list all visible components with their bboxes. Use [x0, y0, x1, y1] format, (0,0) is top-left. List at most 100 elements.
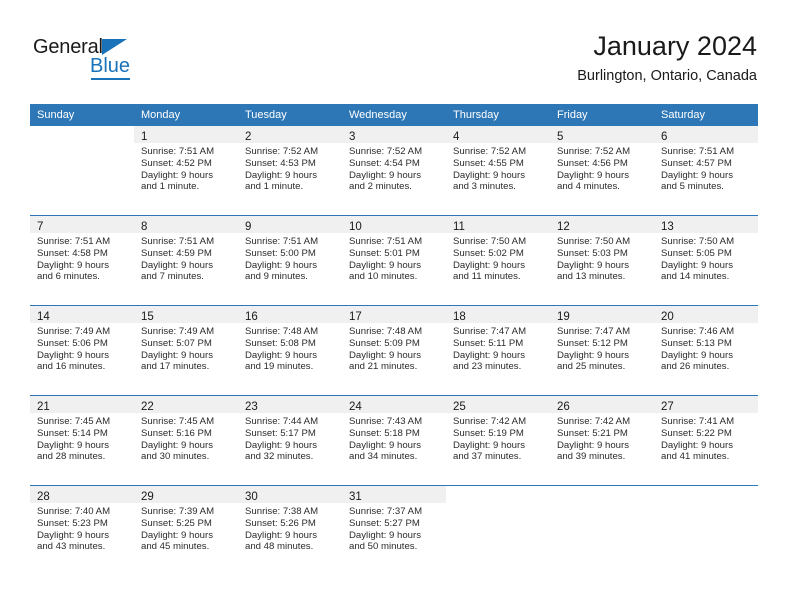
weekday-header-monday: Monday [134, 104, 238, 126]
sunset-text: Sunset: 5:18 PM [349, 427, 420, 439]
calendar-cell: 9 Sunrise: 7:51 AM Sunset: 5:00 PM Daylight… [238, 215, 342, 306]
calendar-day[interactable]: 8 Sunrise: 7:51 AM Sunset: 4:59 PM Daylight… [134, 216, 238, 305]
day-number: 23 [245, 401, 258, 413]
calendar-day[interactable]: 5 Sunrise: 7:52 AM Sunset: 4:56 PM Daylight… [550, 126, 654, 215]
page-subtitle: Burlington, Ontario, Canada [577, 68, 757, 84]
day-details: Sunrise: 7:50 AM Sunset: 5:02 PM Daylight:… [446, 233, 550, 283]
day-number: 13 [661, 221, 674, 233]
calendar-cell: 20 Sunrise: 7:46 AM Sunset: 5:13 PM Dayligh… [654, 305, 758, 396]
day-number: 28 [37, 491, 50, 503]
day-details: Sunrise: 7:42 AM Sunset: 5:19 PM Daylight:… [446, 413, 550, 463]
day-number: 8 [141, 221, 148, 233]
calendar-day[interactable]: 22 Sunrise: 7:45 AM Sunset: 5:16 PM Dayligh… [134, 396, 238, 485]
daylight-text-line1: Daylight: 9 hours [557, 439, 629, 451]
day-number-strip: 23 [238, 396, 342, 413]
calendar-day[interactable]: 28 Sunrise: 7:40 AM Sunset: 5:23 PM Dayligh… [30, 486, 134, 575]
sunrise-text: Sunrise: 7:51 AM [661, 146, 735, 157]
calendar-cell: 26 Sunrise: 7:42 AM Sunset: 5:21 PM Dayligh… [550, 395, 654, 486]
day-number-strip: 2 [238, 126, 342, 143]
day-details: Sunrise: 7:37 AM Sunset: 5:27 PM Daylight:… [342, 503, 446, 553]
day-details: Sunrise: 7:40 AM Sunset: 5:23 PM Daylight:… [30, 503, 134, 553]
sunset-text: Sunset: 5:07 PM [141, 337, 212, 349]
calendar-day[interactable]: 4 Sunrise: 7:52 AM Sunset: 4:55 PM Daylight… [446, 126, 550, 215]
sunrise-text: Sunrise: 7:50 AM [557, 236, 631, 247]
daylight-text-line2: and 2 minutes. [349, 181, 412, 193]
page-header: General Blue January 2024 Burlington, On… [0, 0, 792, 100]
daylight-text-line2: and 25 minutes. [557, 361, 626, 373]
calendar-day[interactable]: 23 Sunrise: 7:44 AM Sunset: 5:17 PM Dayligh… [238, 396, 342, 485]
calendar-day[interactable]: 11 Sunrise: 7:50 AM Sunset: 5:02 PM Dayligh… [446, 216, 550, 305]
daylight-text-line2: and 50 minutes. [349, 541, 418, 553]
sunrise-text: Sunrise: 7:37 AM [349, 506, 423, 517]
day-number: 4 [453, 131, 460, 143]
calendar-day[interactable]: 17 Sunrise: 7:48 AM Sunset: 5:09 PM Dayligh… [342, 306, 446, 395]
day-details: Sunrise: 7:41 AM Sunset: 5:22 PM Daylight:… [654, 413, 758, 463]
calendar-day[interactable]: 21 Sunrise: 7:45 AM Sunset: 5:14 PM Dayligh… [30, 396, 134, 485]
day-number-strip: 7 [30, 216, 134, 233]
calendar-day[interactable]: 29 Sunrise: 7:39 AM Sunset: 5:25 PM Dayligh… [134, 486, 238, 575]
sunset-text: Sunset: 4:53 PM [245, 157, 316, 169]
sunrise-text: Sunrise: 7:44 AM [245, 416, 319, 427]
day-number-strip: 20 [654, 306, 758, 323]
day-details: Sunrise: 7:52 AM Sunset: 4:55 PM Daylight:… [446, 143, 550, 193]
day-number: 1 [141, 131, 148, 143]
calendar-page: General Blue January 2024 Burlington, On… [0, 0, 792, 612]
calendar-day[interactable]: 6 Sunrise: 7:51 AM Sunset: 4:57 PM Daylight… [654, 126, 758, 215]
day-details: Sunrise: 7:45 AM Sunset: 5:14 PM Daylight:… [30, 413, 134, 463]
day-number-strip: 8 [134, 216, 238, 233]
day-number: 15 [141, 311, 154, 323]
calendar-day[interactable]: 30 Sunrise: 7:38 AM Sunset: 5:26 PM Dayligh… [238, 486, 342, 575]
day-number: 29 [141, 491, 154, 503]
calendar-week-row: 28 Sunrise: 7:40 AM Sunset: 5:23 PM Dayligh… [30, 485, 758, 575]
calendar-day[interactable]: 1 Sunrise: 7:51 AM Sunset: 4:52 PM Daylight… [134, 126, 238, 215]
calendar-day[interactable]: 13 Sunrise: 7:50 AM Sunset: 5:05 PM Dayligh… [654, 216, 758, 305]
calendar-cell: 19 Sunrise: 7:47 AM Sunset: 5:12 PM Dayligh… [550, 305, 654, 396]
calendar-day[interactable]: 31 Sunrise: 7:37 AM Sunset: 5:27 PM Dayligh… [342, 486, 446, 575]
general-blue-logo: General Blue [33, 36, 153, 82]
day-details: Sunrise: 7:50 AM Sunset: 5:05 PM Daylight:… [654, 233, 758, 283]
calendar-day[interactable]: 19 Sunrise: 7:47 AM Sunset: 5:12 PM Dayligh… [550, 306, 654, 395]
calendar-day[interactable]: 26 Sunrise: 7:42 AM Sunset: 5:21 PM Dayligh… [550, 396, 654, 485]
calendar-cell [446, 485, 550, 575]
calendar-week-row: 7 Sunrise: 7:51 AM Sunset: 4:58 PM Daylight… [30, 215, 758, 306]
calendar-day[interactable]: 27 Sunrise: 7:41 AM Sunset: 5:22 PM Dayligh… [654, 396, 758, 485]
calendar-day[interactable]: 18 Sunrise: 7:47 AM Sunset: 5:11 PM Dayligh… [446, 306, 550, 395]
day-number: 3 [349, 131, 356, 143]
sunrise-text: Sunrise: 7:42 AM [557, 416, 631, 427]
day-details: Sunrise: 7:51 AM Sunset: 5:00 PM Daylight:… [238, 233, 342, 283]
day-details: Sunrise: 7:42 AM Sunset: 5:21 PM Daylight:… [550, 413, 654, 463]
calendar-day[interactable]: 16 Sunrise: 7:48 AM Sunset: 5:08 PM Dayligh… [238, 306, 342, 395]
calendar-cell: 21 Sunrise: 7:45 AM Sunset: 5:14 PM Dayligh… [30, 395, 134, 486]
calendar-day[interactable]: 12 Sunrise: 7:50 AM Sunset: 5:03 PM Dayligh… [550, 216, 654, 305]
calendar-day[interactable]: 15 Sunrise: 7:49 AM Sunset: 5:07 PM Dayligh… [134, 306, 238, 395]
calendar-day[interactable]: 20 Sunrise: 7:46 AM Sunset: 5:13 PM Dayligh… [654, 306, 758, 395]
calendar-cell: 12 Sunrise: 7:50 AM Sunset: 5:03 PM Dayligh… [550, 215, 654, 306]
day-details: Sunrise: 7:47 AM Sunset: 5:11 PM Daylight:… [446, 323, 550, 373]
daylight-text-line1: Daylight: 9 hours [349, 529, 421, 541]
sunrise-text: Sunrise: 7:42 AM [453, 416, 527, 427]
day-details: Sunrise: 7:51 AM Sunset: 4:57 PM Daylight:… [654, 143, 758, 193]
daylight-text-line2: and 37 minutes. [453, 451, 522, 463]
daylight-text-line2: and 6 minutes. [37, 271, 100, 283]
day-number-strip: 28 [30, 486, 134, 503]
daylight-text-line1: Daylight: 9 hours [141, 439, 213, 451]
daylight-text-line1: Daylight: 9 hours [349, 439, 421, 451]
daylight-text-line1: Daylight: 9 hours [245, 439, 317, 451]
day-number-strip: 22 [134, 396, 238, 413]
day-number-strip: 18 [446, 306, 550, 323]
daylight-text-line2: and 23 minutes. [453, 361, 522, 373]
daylight-text-line2: and 34 minutes. [349, 451, 418, 463]
calendar-day[interactable]: 25 Sunrise: 7:42 AM Sunset: 5:19 PM Dayligh… [446, 396, 550, 485]
calendar-day[interactable]: 10 Sunrise: 7:51 AM Sunset: 5:01 PM Dayligh… [342, 216, 446, 305]
calendar-cell: 6 Sunrise: 7:51 AM Sunset: 4:57 PM Daylight… [654, 126, 758, 216]
calendar-day[interactable]: 7 Sunrise: 7:51 AM Sunset: 4:58 PM Daylight… [30, 216, 134, 305]
calendar-day[interactable]: 9 Sunrise: 7:51 AM Sunset: 5:00 PM Daylight… [238, 216, 342, 305]
calendar-day[interactable]: 3 Sunrise: 7:52 AM Sunset: 4:54 PM Daylight… [342, 126, 446, 215]
sunset-text: Sunset: 4:56 PM [557, 157, 628, 169]
daylight-text-line2: and 19 minutes. [245, 361, 314, 373]
calendar-day[interactable]: 14 Sunrise: 7:49 AM Sunset: 5:06 PM Dayligh… [30, 306, 134, 395]
calendar-day[interactable]: 24 Sunrise: 7:43 AM Sunset: 5:18 PM Dayligh… [342, 396, 446, 485]
calendar-day[interactable]: 2 Sunrise: 7:52 AM Sunset: 4:53 PM Daylight… [238, 126, 342, 215]
day-number: 17 [349, 311, 362, 323]
day-number-strip: 31 [342, 486, 446, 503]
